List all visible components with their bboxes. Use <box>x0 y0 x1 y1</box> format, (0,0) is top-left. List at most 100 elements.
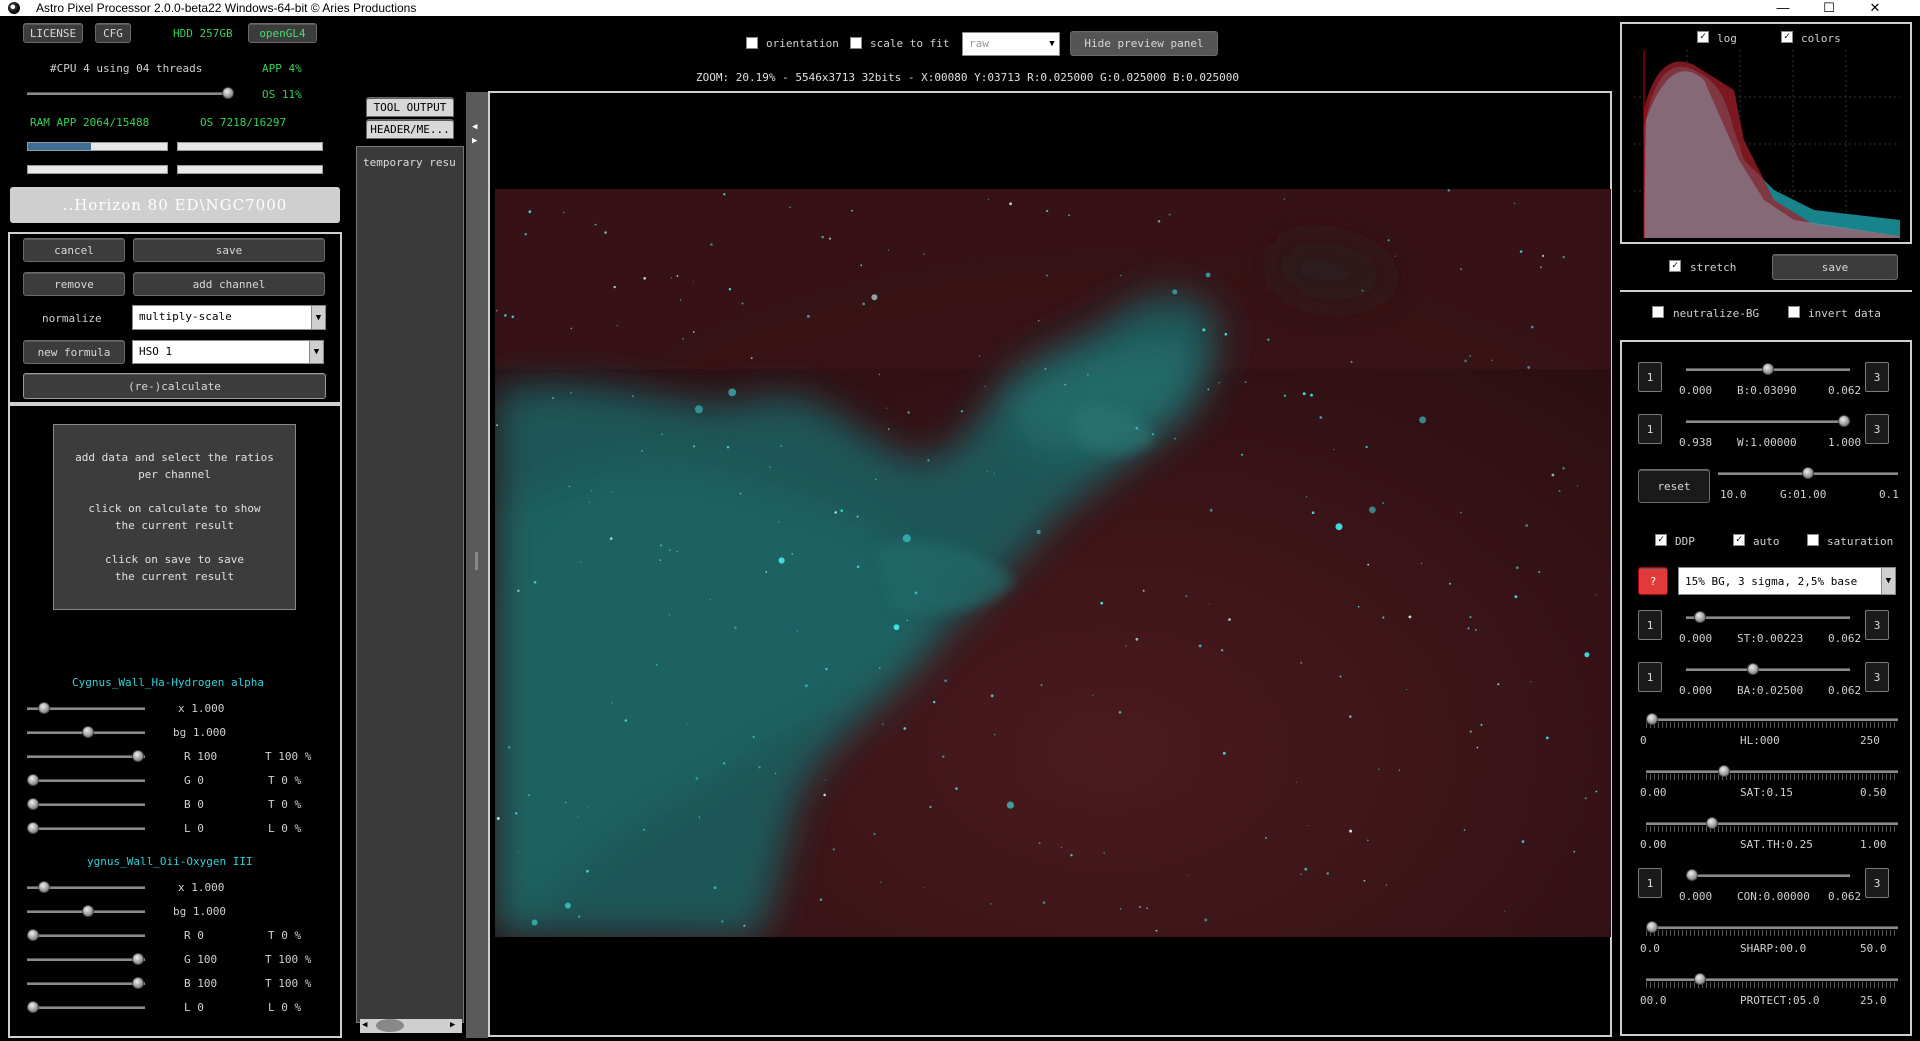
channel-ratio-slider[interactable] <box>27 982 145 985</box>
chevron-down-icon[interactable]: ▼ <box>309 341 323 363</box>
channel-ratio-slider[interactable] <box>27 934 145 937</box>
chevron-down-icon[interactable]: ▼ <box>311 306 325 329</box>
chevron-down-icon[interactable]: ▼ <box>1881 568 1895 594</box>
nebula-image[interactable] <box>495 189 1611 937</box>
slider-knob[interactable] <box>131 750 144 762</box>
new-formula-button[interactable]: new formula <box>23 340 125 364</box>
slider-knob[interactable] <box>38 881 50 893</box>
neutralize-bg-checkbox[interactable] <box>1652 306 1664 318</box>
cfg-button[interactable]: CFG <box>95 23 131 43</box>
slider-knob[interactable] <box>1718 765 1730 777</box>
minimize-button[interactable]: — <box>1760 0 1806 16</box>
step-up-button[interactable]: 3 <box>1865 414 1889 444</box>
slider-knob[interactable] <box>1686 869 1698 881</box>
slider-knob[interactable] <box>27 1001 39 1013</box>
slider-knob[interactable] <box>1838 415 1850 427</box>
slider-knob[interactable] <box>1646 713 1658 725</box>
step-up-button[interactable]: 3 <box>1865 610 1889 640</box>
step-down-button[interactable]: 1 <box>1638 868 1662 898</box>
slider-knob[interactable] <box>1706 817 1718 829</box>
expand-right-icon[interactable]: ▶ <box>472 136 477 146</box>
ddp-preset-select[interactable]: 15% BG, 3 sigma, 2,5% base ▼ <box>1678 567 1896 595</box>
channel-ratio-slider[interactable] <box>27 1006 145 1009</box>
slider-knob[interactable] <box>1762 363 1774 375</box>
invert-data-checkbox[interactable] <box>1788 306 1800 318</box>
slider-knob[interactable] <box>27 929 39 941</box>
step-up-button[interactable]: 3 <box>1865 662 1889 692</box>
remove-button[interactable]: remove <box>23 272 125 296</box>
cancel-button[interactable]: cancel <box>23 238 125 262</box>
horizontal-scrollbar[interactable]: ◀ ▶ <box>360 1019 462 1033</box>
save-button[interactable]: save <box>133 238 325 262</box>
slider-knob[interactable] <box>131 977 144 989</box>
channel-ratio-slider[interactable] <box>27 779 145 782</box>
recalculate-button[interactable]: (re-)calculate <box>23 373 326 399</box>
tab-tool-output[interactable]: TOOL OUTPUT <box>366 97 454 117</box>
tab-header-metadata[interactable]: HEADER/ME... <box>366 119 454 139</box>
slider-knob[interactable] <box>1746 663 1759 675</box>
step-down-button[interactable]: 1 <box>1638 610 1662 640</box>
reset-button[interactable]: reset <box>1638 469 1710 503</box>
opengl-button[interactable]: openGL4 <box>248 23 317 43</box>
slider-knob[interactable] <box>1646 921 1658 933</box>
stretch-slider[interactable] <box>1686 616 1850 619</box>
channel-ratio-slider[interactable] <box>27 803 145 806</box>
stretch-slider[interactable] <box>1646 770 1898 773</box>
slider-knob[interactable] <box>82 905 94 917</box>
slider-knob[interactable] <box>1802 467 1814 479</box>
slider-knob[interactable] <box>38 702 50 714</box>
channel-ratio-slider[interactable] <box>27 755 145 758</box>
step-down-button[interactable]: 1 <box>1638 362 1662 392</box>
stretch-slider[interactable] <box>1686 668 1850 671</box>
slider-knob[interactable] <box>27 822 39 834</box>
slider-knob[interactable] <box>131 953 144 965</box>
normalize-select[interactable]: multiply-scale ▼ <box>132 305 326 330</box>
license-button[interactable]: LICENSE <box>23 23 83 43</box>
stretch-checkbox[interactable]: ✓ <box>1669 260 1681 272</box>
auto-checkbox[interactable]: ✓ <box>1733 534 1745 546</box>
add-channel-button[interactable]: add channel <box>133 272 325 296</box>
channel-ratio-slider[interactable] <box>27 827 145 830</box>
stretch-save-button[interactable]: save <box>1772 254 1898 280</box>
log-checkbox[interactable]: ✓ <box>1697 31 1709 43</box>
splitter-bar[interactable]: ◀ ▶ <box>466 92 488 1038</box>
chevron-down-icon[interactable]: ▼ <box>1045 33 1059 55</box>
threads-slider-knob[interactable] <box>222 87 234 99</box>
close-button[interactable]: ✕ <box>1852 0 1898 16</box>
ddp-checkbox[interactable]: ✓ <box>1655 534 1667 546</box>
orientation-checkbox[interactable] <box>746 37 758 49</box>
step-down-button[interactable]: 1 <box>1638 662 1662 692</box>
image-viewer[interactable] <box>488 91 1612 1037</box>
scroll-left-icon[interactable]: ◀ <box>362 1020 367 1030</box>
scale-to-fit-checkbox[interactable] <box>850 37 862 49</box>
saturation-checkbox[interactable] <box>1807 534 1819 546</box>
channel-ratio-slider[interactable] <box>27 958 145 961</box>
stretch-slider[interactable] <box>1686 874 1850 877</box>
slider-knob[interactable] <box>27 798 39 810</box>
maximize-button[interactable]: ☐ <box>1806 0 1852 16</box>
slider-knob[interactable] <box>1694 973 1706 985</box>
stretch-slider[interactable] <box>1646 926 1898 929</box>
stretch-slider[interactable] <box>1646 978 1898 981</box>
stretch-slider[interactable] <box>1686 420 1850 423</box>
slider-knob[interactable] <box>27 774 39 786</box>
working-directory[interactable]: ..Horizon 80 ED\NGC7000 <box>10 187 340 223</box>
view-mode-select[interactable]: raw ▼ <box>962 32 1060 56</box>
scroll-right-icon[interactable]: ▶ <box>450 1020 455 1030</box>
hide-preview-button[interactable]: Hide preview panel <box>1070 31 1218 56</box>
step-up-button[interactable]: 3 <box>1865 362 1889 392</box>
splitter-grip[interactable] <box>475 552 478 570</box>
stretch-slider[interactable] <box>1646 718 1898 721</box>
stretch-slider[interactable] <box>1646 822 1898 825</box>
formula-select[interactable]: HSO 1 ▼ <box>132 340 324 364</box>
threads-slider[interactable] <box>27 92 232 95</box>
collapse-left-icon[interactable]: ◀ <box>472 122 477 132</box>
step-down-button[interactable]: 1 <box>1638 414 1662 444</box>
slider-knob[interactable] <box>1693 611 1706 623</box>
help-question-button[interactable]: ? <box>1638 567 1668 595</box>
colors-checkbox[interactable]: ✓ <box>1781 31 1793 43</box>
slider-knob[interactable] <box>82 726 94 738</box>
scrollbar-thumb[interactable] <box>376 1019 404 1032</box>
star <box>1378 768 1380 770</box>
step-up-button[interactable]: 3 <box>1865 868 1889 898</box>
